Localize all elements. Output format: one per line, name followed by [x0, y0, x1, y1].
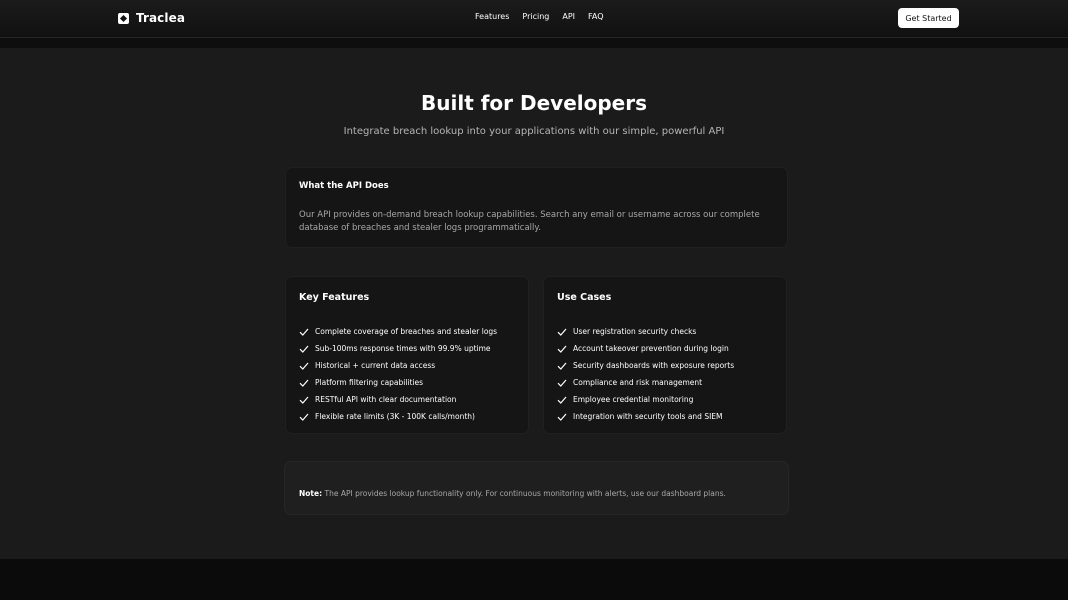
use-cases-list: User registration security checks Accoun… — [557, 323, 734, 425]
key-features-list: Complete coverage of breaches and steale… — [299, 323, 497, 425]
use-case-label: Integration with security tools and SIEM — [573, 412, 723, 421]
feature-label: RESTful API with clear documentation — [315, 395, 457, 404]
nav-faq[interactable]: FAQ — [588, 12, 604, 21]
list-item: Flexible rate limits (3K - 100K calls/mo… — [299, 408, 497, 425]
check-icon — [299, 362, 309, 370]
brand[interactable]: Traclea — [118, 10, 185, 26]
api-section: Built for Developers Integrate breach lo… — [0, 48, 1068, 559]
main-nav: Features Pricing API FAQ — [475, 12, 617, 21]
feature-label: Complete coverage of breaches and steale… — [315, 327, 498, 336]
list-item: Security dashboards with exposure report… — [557, 357, 734, 374]
key-features-heading: Key Features — [299, 292, 370, 303]
use-case-label: Account takeover prevention during login — [573, 344, 729, 353]
list-item: Platform filtering capabilities — [299, 374, 497, 391]
check-icon — [299, 396, 309, 404]
use-cases-card: Use Cases User registration security che… — [543, 276, 787, 434]
list-item: Sub-100ms response times with 99.9% upti… — [299, 340, 497, 357]
footer-band — [0, 559, 1068, 600]
list-item: Compliance and risk management — [557, 374, 734, 391]
check-icon — [557, 345, 567, 353]
note-body: The API provides lookup functionality on… — [324, 489, 726, 498]
feature-label: Sub-100ms response times with 99.9% upti… — [315, 344, 491, 353]
feature-label: Historical + current data access — [315, 361, 436, 370]
what-api-does-card: What the API Does Our API provides on-de… — [285, 167, 788, 248]
key-features-card: Key Features Complete coverage of breach… — [285, 276, 529, 434]
list-item: User registration security checks — [557, 323, 734, 340]
note-text: Note: The API provides lookup functional… — [299, 489, 726, 498]
top-nav-bar: Traclea Features Pricing API FAQ Get Sta… — [0, 0, 1068, 38]
page: Traclea Features Pricing API FAQ Get Sta… — [0, 0, 1068, 600]
get-started-button[interactable]: Get Started — [898, 8, 959, 28]
list-item: RESTful API with clear documentation — [299, 391, 497, 408]
use-case-label: User registration security checks — [573, 327, 697, 336]
feature-label: Platform filtering capabilities — [315, 378, 424, 387]
check-icon — [299, 328, 309, 336]
check-icon — [557, 328, 567, 336]
nav-pricing[interactable]: Pricing — [522, 12, 549, 21]
feature-label: Flexible rate limits (3K - 100K calls/mo… — [315, 412, 475, 421]
what-api-does-heading: What the API Does — [299, 181, 389, 191]
section-title: Built for Developers — [421, 91, 647, 115]
nav-features[interactable]: Features — [475, 12, 509, 21]
check-icon — [557, 413, 567, 421]
list-item: Historical + current data access — [299, 357, 497, 374]
list-item: Employee credential monitoring — [557, 391, 734, 408]
list-item: Account takeover prevention during login — [557, 340, 734, 357]
note-label: Note: — [299, 489, 323, 498]
check-icon — [557, 396, 567, 404]
list-item: Complete coverage of breaches and steale… — [299, 323, 497, 340]
nav-api[interactable]: API — [562, 12, 575, 21]
use-case-label: Employee credential monitoring — [573, 395, 694, 404]
header-divider-strip — [0, 38, 1068, 48]
check-icon — [557, 362, 567, 370]
check-icon — [557, 379, 567, 387]
what-api-does-body: Our API provides on-demand breach lookup… — [299, 210, 760, 233]
check-icon — [299, 345, 309, 353]
section-subtitle: Integrate breach lookup into your applic… — [343, 126, 725, 137]
use-cases-heading: Use Cases — [557, 292, 612, 303]
note-card: Note: The API provides lookup functional… — [284, 461, 789, 515]
use-case-label: Compliance and risk management — [573, 378, 703, 387]
list-item: Integration with security tools and SIEM — [557, 408, 734, 425]
check-icon — [299, 379, 309, 387]
check-icon — [299, 413, 309, 421]
brand-name: Traclea — [136, 11, 186, 25]
use-case-label: Security dashboards with exposure report… — [573, 361, 735, 370]
traclea-logo-icon — [118, 12, 129, 24]
